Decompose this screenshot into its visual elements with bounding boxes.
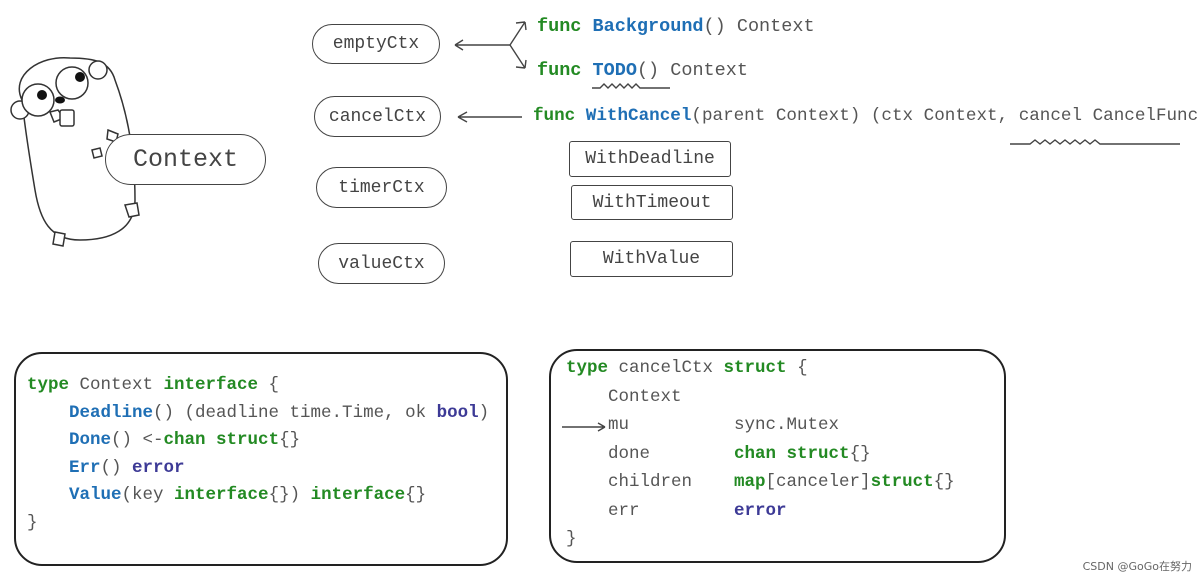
code-token: chan struct	[163, 430, 280, 450]
func-todo: func TODO() Context	[537, 60, 748, 81]
code-token: Background	[592, 16, 704, 37]
code-token: children	[566, 472, 735, 492]
code-line: children map[canceler]struct{}	[566, 472, 955, 501]
code-token: Done	[69, 430, 112, 450]
code-token: {})	[268, 485, 311, 505]
code-line: done chan struct{}	[566, 444, 955, 473]
code-token: }	[27, 512, 38, 533]
func-withcancel: func WithCancel(parent Context) (ctx Con…	[533, 106, 1200, 126]
code-token: interface	[174, 485, 269, 505]
code-token: Context	[566, 386, 682, 407]
code-line: type Context interface {	[27, 375, 489, 403]
code-token: cancelCtx	[618, 358, 724, 378]
code-token: Context	[79, 375, 164, 395]
code-line: Deadline() (deadline time.Time, ok bool)	[27, 403, 489, 431]
code-token: ()	[100, 457, 133, 478]
type-cancelctx: cancelCtx	[314, 96, 441, 137]
code-token: WithCancel	[585, 106, 692, 126]
code-token: done	[566, 443, 735, 464]
code-token: func	[537, 16, 593, 37]
code-token: interface	[163, 375, 259, 395]
cancelctx-struct-code: type cancelCtx struct { Context mu sync.…	[566, 358, 955, 558]
code-token: {	[258, 375, 280, 395]
code-token: func	[533, 106, 586, 126]
code-line: Context	[566, 387, 955, 416]
code-token: Deadline	[69, 402, 154, 423]
code-token: error	[132, 457, 185, 478]
code-line: Err() error	[27, 458, 489, 486]
code-token: {}	[405, 485, 427, 505]
type-valuectx: valueCtx	[318, 243, 445, 284]
type-timerctx: timerCtx	[316, 167, 447, 208]
code-token: () (deadline time.Time, ok	[153, 402, 437, 423]
code-token: [canceler]	[765, 472, 871, 492]
code-token: struct	[870, 472, 934, 492]
code-token: bool	[436, 402, 479, 423]
code-line: }	[566, 529, 955, 558]
code-token: (parent Context) (ctx Context, cancel Ca…	[691, 106, 1200, 126]
watermark: CSDN @GoGo在努力	[1082, 560, 1192, 573]
code-line: }	[27, 513, 489, 541]
code-token: {	[786, 358, 808, 378]
code-token: () <-	[111, 430, 164, 450]
code-token: sync.Mutex	[734, 415, 840, 435]
code-token: Value	[69, 485, 122, 505]
context-interface-code: type Context interface { Deadline() (dea…	[27, 375, 489, 540]
code-token: }	[566, 529, 577, 549]
code-token: () Context	[636, 60, 748, 81]
code-line: Done() <-chan struct{}	[27, 430, 489, 458]
code-token: Err	[69, 457, 101, 478]
code-token: err	[566, 500, 735, 521]
func-background: func Background() Context	[537, 16, 815, 37]
code-token: chan struct	[734, 443, 850, 464]
type-emptyctx: emptyCtx	[312, 24, 440, 64]
code-token: error	[734, 500, 787, 521]
code-line: err error	[566, 501, 955, 530]
code-token: (key	[121, 485, 175, 505]
code-token: struct	[723, 358, 787, 378]
code-line: type cancelCtx struct {	[566, 358, 955, 387]
code-token: map	[734, 472, 766, 492]
code-token: {}	[279, 430, 301, 450]
context-label-bubble: Context	[105, 134, 266, 185]
code-token: )	[478, 402, 490, 423]
code-token: {}	[933, 472, 955, 492]
code-token: mu	[566, 415, 735, 435]
code-line: mu sync.Mutex	[566, 415, 955, 444]
code-line: Value(key interface{}) interface{}	[27, 485, 489, 513]
code-token: func	[537, 60, 593, 81]
constructor-withdeadline: WithDeadline	[569, 141, 731, 177]
code-token: type	[27, 375, 80, 395]
code-token: TODO	[592, 60, 637, 81]
code-token: interface	[310, 485, 406, 505]
code-token: {}	[849, 443, 871, 464]
constructor-withtimeout: WithTimeout	[571, 185, 733, 220]
constructor-withvalue: WithValue	[570, 241, 733, 277]
code-token: () Context	[703, 16, 815, 37]
code-token: type	[566, 358, 619, 378]
